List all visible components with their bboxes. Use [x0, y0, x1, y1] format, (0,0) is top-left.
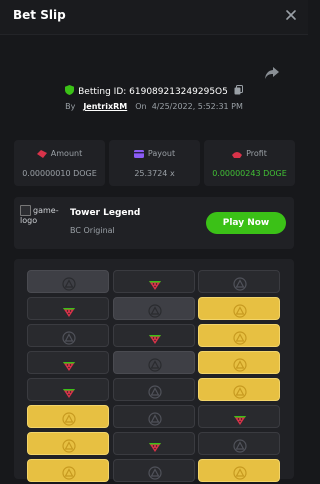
tower-tile [27, 270, 109, 293]
tower-tile [27, 378, 109, 401]
tower-tile [27, 405, 109, 428]
safe-icon [148, 303, 162, 322]
tower-tile [198, 297, 280, 320]
watermelon-icon [233, 411, 247, 430]
safe-icon [233, 276, 247, 295]
page-title: Bet Slip [13, 8, 66, 22]
copy-icon[interactable] [234, 85, 243, 98]
amount-card: Amount 0.00000010 DOGE [14, 140, 105, 186]
tower-tile [198, 459, 280, 482]
profit-value: 0.00000243 DOGE [212, 169, 287, 178]
tower-tile [198, 432, 280, 455]
watermelon-icon [148, 438, 162, 457]
tower-tile [113, 297, 195, 320]
safe-icon [233, 303, 247, 322]
payout-card: Payout 25.3724 x [109, 140, 200, 186]
close-icon[interactable] [282, 6, 300, 24]
bet-byline: By JentrixRM On 4/25/2022, 5:52:31 PM [0, 102, 308, 111]
tower-tile [198, 270, 280, 293]
tower-tile [27, 459, 109, 482]
tower-tile [113, 324, 195, 347]
amount-label: Amount [50, 149, 83, 158]
payout-label: Payout [147, 149, 176, 158]
shield-check-icon [65, 85, 75, 98]
betting-id-row: Betting ID: 619089213249295O5 [0, 85, 308, 98]
tower-tile [27, 324, 109, 347]
payout-icon [133, 149, 144, 158]
tower-tile [198, 351, 280, 374]
profit-label: Profit [246, 149, 267, 158]
betting-id: Betting ID: 619089213249295O5 [78, 87, 228, 97]
safe-icon [62, 330, 76, 349]
game-name: Tower Legend [70, 208, 141, 218]
tower-tile [27, 297, 109, 320]
tower-tile [198, 324, 280, 347]
amount-value: 0.00000010 DOGE [22, 169, 97, 178]
safe-icon [148, 357, 162, 376]
tower-board [14, 259, 294, 482]
tower-tile [27, 351, 109, 374]
safe-icon [62, 276, 76, 295]
watermelon-icon [148, 276, 162, 295]
tower-tile [113, 432, 195, 455]
safe-icon [62, 438, 76, 457]
watermelon-icon [62, 303, 76, 322]
share-icon[interactable] [264, 65, 280, 79]
tower-tile [113, 459, 195, 482]
watermelon-icon [148, 330, 162, 349]
safe-icon [62, 411, 76, 430]
tower-tile [198, 378, 280, 401]
profit-card: Profit 0.00000243 DOGE [204, 140, 295, 186]
game-card: game-logo Tower Legend BC Original Play … [14, 197, 294, 249]
safe-icon [233, 438, 247, 457]
tower-tile [113, 405, 195, 428]
payout-value: 25.3724 x [134, 169, 175, 178]
game-subtitle: BC Original [70, 226, 115, 235]
amount-icon [36, 149, 47, 158]
safe-icon [233, 330, 247, 349]
watermelon-icon [62, 384, 76, 403]
tower-tile [198, 405, 280, 428]
tower-tile [113, 378, 195, 401]
tower-tile [113, 270, 195, 293]
safe-icon [233, 357, 247, 376]
profit-icon [232, 150, 243, 158]
broken-image-icon [20, 205, 31, 216]
safe-icon [148, 384, 162, 403]
tower-tile [27, 432, 109, 455]
bet-datetime: 4/25/2022, 5:52:31 PM [151, 102, 243, 111]
header: Bet Slip [0, 0, 308, 35]
username-link[interactable]: JentrixRM [83, 102, 127, 111]
watermelon-icon [62, 357, 76, 376]
play-now-button[interactable]: Play Now [206, 212, 286, 234]
on-label: On [135, 102, 147, 111]
safe-icon [233, 384, 247, 403]
game-logo: game-logo [20, 205, 59, 225]
tower-tile [113, 351, 195, 374]
by-label: By [65, 102, 76, 111]
safe-icon [148, 411, 162, 430]
